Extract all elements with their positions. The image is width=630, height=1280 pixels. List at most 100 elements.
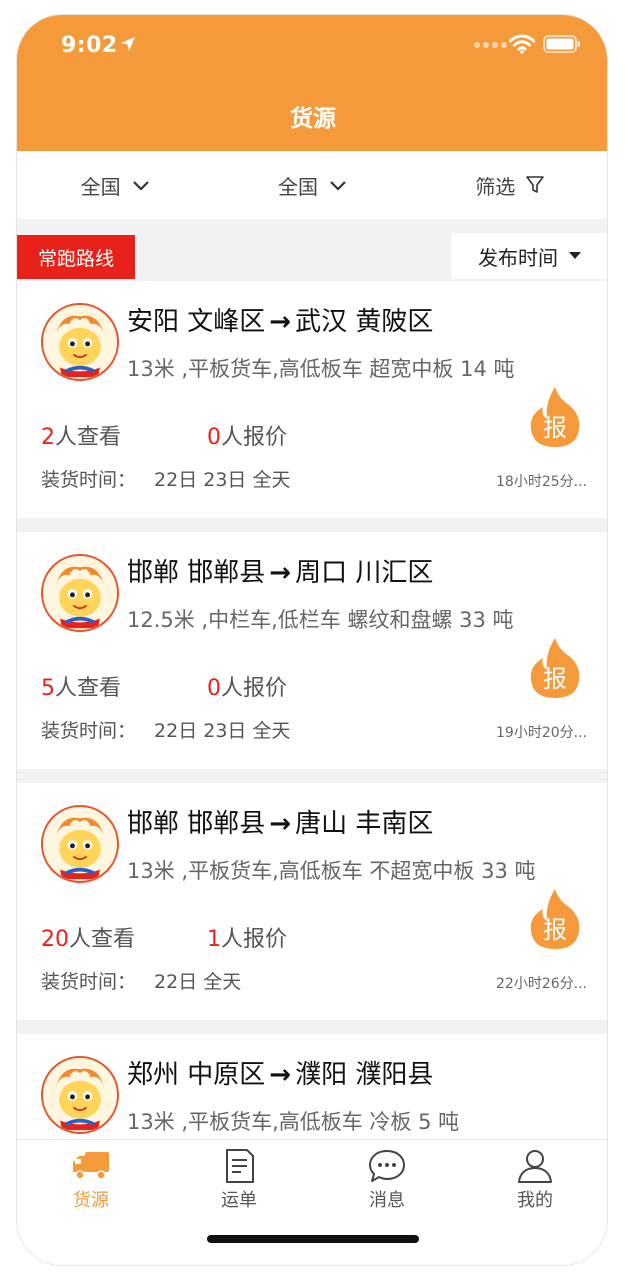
stats: 20人查看 1人报价	[41, 921, 373, 953]
route-text: 邯郸 邯郸县 → 周口 川汇区	[127, 552, 433, 589]
chat-bubble-icon	[369, 1150, 405, 1182]
quotes-label: 人报价	[221, 676, 288, 701]
truck-spec: 13米 ,平板货车,高低板车 超宽中板 14 吨	[127, 357, 515, 381]
posted-ago: 22小时26分...	[496, 976, 587, 992]
views-count: 2人查看	[41, 419, 207, 451]
person-icon	[518, 1150, 552, 1183]
views-count: 5人查看	[41, 670, 207, 702]
posted-ago: 18小时25分...	[496, 474, 587, 490]
status-time: 9:02	[61, 33, 118, 58]
views-number: 20	[41, 927, 69, 952]
load-time-value: 22日 23日 全天	[154, 720, 291, 742]
tab-cargo[interactable]: 货源	[17, 1148, 165, 1212]
tab-messages-label: 消息	[369, 1190, 405, 1211]
avatar	[41, 554, 119, 632]
tab-profile[interactable]: 我的	[461, 1148, 607, 1212]
quote-flame-label: 报	[543, 665, 567, 693]
dragon-mascot-icon	[43, 807, 117, 881]
destination: 武汉 黄陂区	[295, 307, 434, 337]
quote-flame-label: 报	[543, 414, 567, 442]
quotes-count: 1人报价	[207, 921, 373, 953]
avatar	[41, 1056, 119, 1134]
avatar	[41, 303, 119, 381]
quote-flame-button[interactable]: 报	[529, 385, 581, 449]
load-time-value: 22日 23日 全天	[154, 469, 291, 491]
wifi-icon	[509, 34, 535, 54]
cargo-card[interactable]: 邯郸 邯郸县 → 周口 川汇区 12.5米 ,中栏车,低栏车 螺纹和盘螺 33 吨 …	[17, 532, 607, 769]
quotes-label: 人报价	[221, 425, 288, 450]
quotes-number: 1	[207, 927, 221, 952]
cargo-card[interactable]: 邯郸 邯郸县 → 唐山 丰南区 13米 ,平板货车,高低板车 不超宽中板 33 吨 …	[17, 783, 607, 1020]
cargo-card[interactable]: 安阳 文峰区 → 武汉 黄陂区 13米 ,平板货车,高低板车 超宽中板 14 吨 2…	[17, 281, 607, 518]
origin: 郑州 中原区	[127, 1060, 266, 1090]
posted-ago: 19小时20分...	[496, 725, 587, 741]
status-bar: 9:02	[17, 15, 607, 75]
frequent-routes-tag[interactable]: 常跑路线	[17, 235, 135, 279]
tab-messages[interactable]: 消息	[313, 1148, 461, 1212]
home-indicator[interactable]	[207, 1235, 419, 1243]
arrow-right-icon: →	[269, 307, 292, 337]
truck-spec: 13米 ,平板货车,高低板车 不超宽中板 33 吨	[127, 859, 536, 883]
origin: 邯郸 邯郸县	[127, 558, 266, 588]
load-time-label: 装货时间：	[41, 469, 137, 491]
tab-profile-label: 我的	[517, 1190, 553, 1211]
views-number: 2	[41, 425, 55, 450]
caret-down-icon	[569, 252, 581, 259]
page-title: 货源	[290, 106, 336, 132]
tab-cargo-label: 货源	[73, 1190, 109, 1211]
chevron-down-icon	[330, 181, 346, 191]
views-label: 人查看	[69, 927, 136, 952]
phone-screen: 9:02 货源 全国 全国 筛选 常跑路线 发布时间 安阳 文峰区 → 武汉 黄…	[16, 14, 608, 1266]
section-row: 常跑路线 发布时间	[17, 233, 607, 281]
location-arrow-icon	[121, 37, 135, 51]
stats: 2人查看 0人报价	[41, 419, 373, 451]
quotes-number: 0	[207, 425, 221, 450]
tab-waybill-label: 运单	[221, 1190, 257, 1211]
destination: 唐山 丰南区	[295, 809, 434, 839]
load-time-value: 22日 全天	[154, 971, 242, 993]
quote-flame-button[interactable]: 报	[529, 887, 581, 951]
tab-waybill[interactable]: 运单	[165, 1148, 313, 1212]
destination: 濮阳 濮阳县	[295, 1060, 434, 1090]
cargo-list: 安阳 文峰区 → 武汉 黄陂区 13米 ,平板货车,高低板车 超宽中板 14 吨 2…	[17, 281, 607, 1265]
views-count: 20人查看	[41, 921, 207, 953]
sort-by-publish-time-button[interactable]: 发布时间	[451, 233, 607, 279]
signal-icon	[474, 42, 507, 48]
dragon-mascot-icon	[43, 1058, 117, 1132]
arrow-right-icon: →	[269, 809, 292, 839]
quote-flame-label: 报	[543, 916, 567, 944]
quotes-label: 人报价	[221, 927, 288, 952]
views-number: 5	[41, 676, 55, 701]
load-time-label: 装货时间：	[41, 720, 137, 742]
filter-button-label: 筛选	[475, 174, 516, 199]
bottom-tab-bar: 货源 运单 消息 我的	[17, 1139, 607, 1265]
origin: 邯郸 邯郸县	[127, 809, 266, 839]
arrow-right-icon: →	[269, 558, 292, 588]
quotes-count: 0人报价	[207, 419, 373, 451]
truck-icon	[73, 1152, 109, 1180]
load-time-label: 装货时间：	[41, 971, 137, 993]
document-icon	[226, 1149, 254, 1183]
origin: 安阳 文峰区	[127, 307, 266, 337]
quotes-count: 0人报价	[207, 670, 373, 702]
views-label: 人查看	[55, 676, 122, 701]
sort-label: 发布时间	[478, 245, 558, 270]
avatar	[41, 805, 119, 883]
quotes-number: 0	[207, 676, 221, 701]
quote-flame-button[interactable]: 报	[529, 636, 581, 700]
arrow-right-icon: →	[269, 1060, 292, 1090]
stats: 5人查看 0人报价	[41, 670, 373, 702]
filter-origin[interactable]: 全国	[17, 171, 214, 200]
filter-destination[interactable]: 全国	[214, 171, 411, 200]
dragon-mascot-icon	[43, 305, 117, 379]
filter-origin-label: 全国	[80, 174, 121, 199]
chevron-down-icon	[132, 181, 149, 191]
filter-bar: 全国 全国 筛选	[17, 151, 607, 219]
destination: 周口 川汇区	[295, 558, 434, 588]
route-text: 邯郸 邯郸县 → 唐山 丰南区	[127, 803, 433, 840]
route-text: 郑州 中原区 → 濮阳 濮阳县	[127, 1054, 433, 1091]
filter-icon	[526, 176, 545, 193]
battery-icon	[543, 35, 580, 53]
filter-button[interactable]: 筛选	[412, 171, 607, 200]
load-time: 装货时间： 22日 全天	[41, 967, 241, 994]
